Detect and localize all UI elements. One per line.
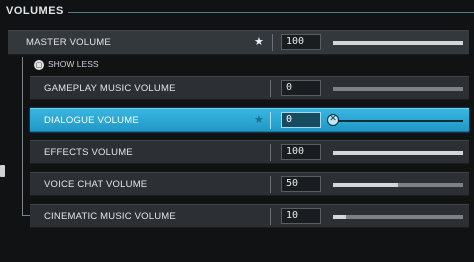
collapse-button-icon: ▢ (34, 60, 44, 70)
gameplay-music-volume-row[interactable]: GAMEPLAY MUSIC VOLUME 0 (30, 76, 469, 100)
cinematic-music-volume-row[interactable]: CINEMATIC MUSIC VOLUME 10 (30, 204, 469, 228)
effects-volume-label: EFFECTS VOLUME (44, 147, 133, 158)
master-volume-value[interactable]: 100 (281, 34, 321, 50)
voice-chat-volume-slider[interactable] (333, 183, 463, 187)
dialogue-volume-slider[interactable] (333, 120, 463, 122)
slider-knob-close-icon[interactable]: ✕ (327, 114, 339, 126)
volumes-section-header: VOLUMES (0, 0, 474, 24)
section-title: VOLUMES (6, 5, 64, 17)
row-divider (270, 144, 271, 161)
cinematic-music-volume-value[interactable]: 10 (281, 208, 321, 224)
scroll-marker (0, 165, 5, 177)
slider-fill (333, 41, 463, 45)
cinematic-music-volume-label: CINEMATIC MUSIC VOLUME (44, 211, 176, 222)
row-divider (272, 34, 273, 51)
tree-connector-line (22, 57, 23, 216)
slider-fill (333, 183, 398, 187)
row-divider (270, 208, 271, 225)
slider-fill (333, 215, 346, 219)
voice-chat-volume-value[interactable]: 50 (281, 176, 321, 192)
star-icon: ★ (254, 35, 264, 48)
master-volume-slider[interactable] (333, 41, 463, 45)
voice-chat-volume-label: VOICE CHAT VOLUME (44, 179, 148, 190)
gameplay-music-volume-value[interactable]: 0 (281, 80, 321, 96)
gameplay-music-volume-slider[interactable] (333, 87, 463, 91)
master-volume-label: MASTER VOLUME (26, 37, 111, 48)
cinematic-music-volume-slider[interactable] (333, 215, 463, 219)
row-divider (270, 112, 271, 129)
dialogue-volume-label: DIALOGUE VOLUME (44, 115, 139, 126)
row-divider (270, 176, 271, 193)
show-less-label: SHOW LESS (48, 59, 99, 69)
voice-chat-volume-row[interactable]: VOICE CHAT VOLUME 50 (30, 172, 469, 196)
row-divider (270, 80, 271, 97)
section-divider-line (68, 12, 474, 13)
star-icon: ★ (254, 113, 264, 126)
effects-volume-value[interactable]: 100 (281, 144, 321, 160)
slider-fill (333, 151, 463, 155)
effects-volume-row[interactable]: EFFECTS VOLUME 100 (30, 140, 469, 164)
master-volume-row[interactable]: MASTER VOLUME ★ 100 (8, 30, 469, 55)
dialogue-volume-row[interactable]: DIALOGUE VOLUME ★ 0 ✕ (30, 108, 469, 132)
dialogue-volume-value[interactable]: 0 (281, 112, 321, 128)
gameplay-music-volume-label: GAMEPLAY MUSIC VOLUME (44, 83, 176, 94)
effects-volume-slider[interactable] (333, 151, 463, 155)
